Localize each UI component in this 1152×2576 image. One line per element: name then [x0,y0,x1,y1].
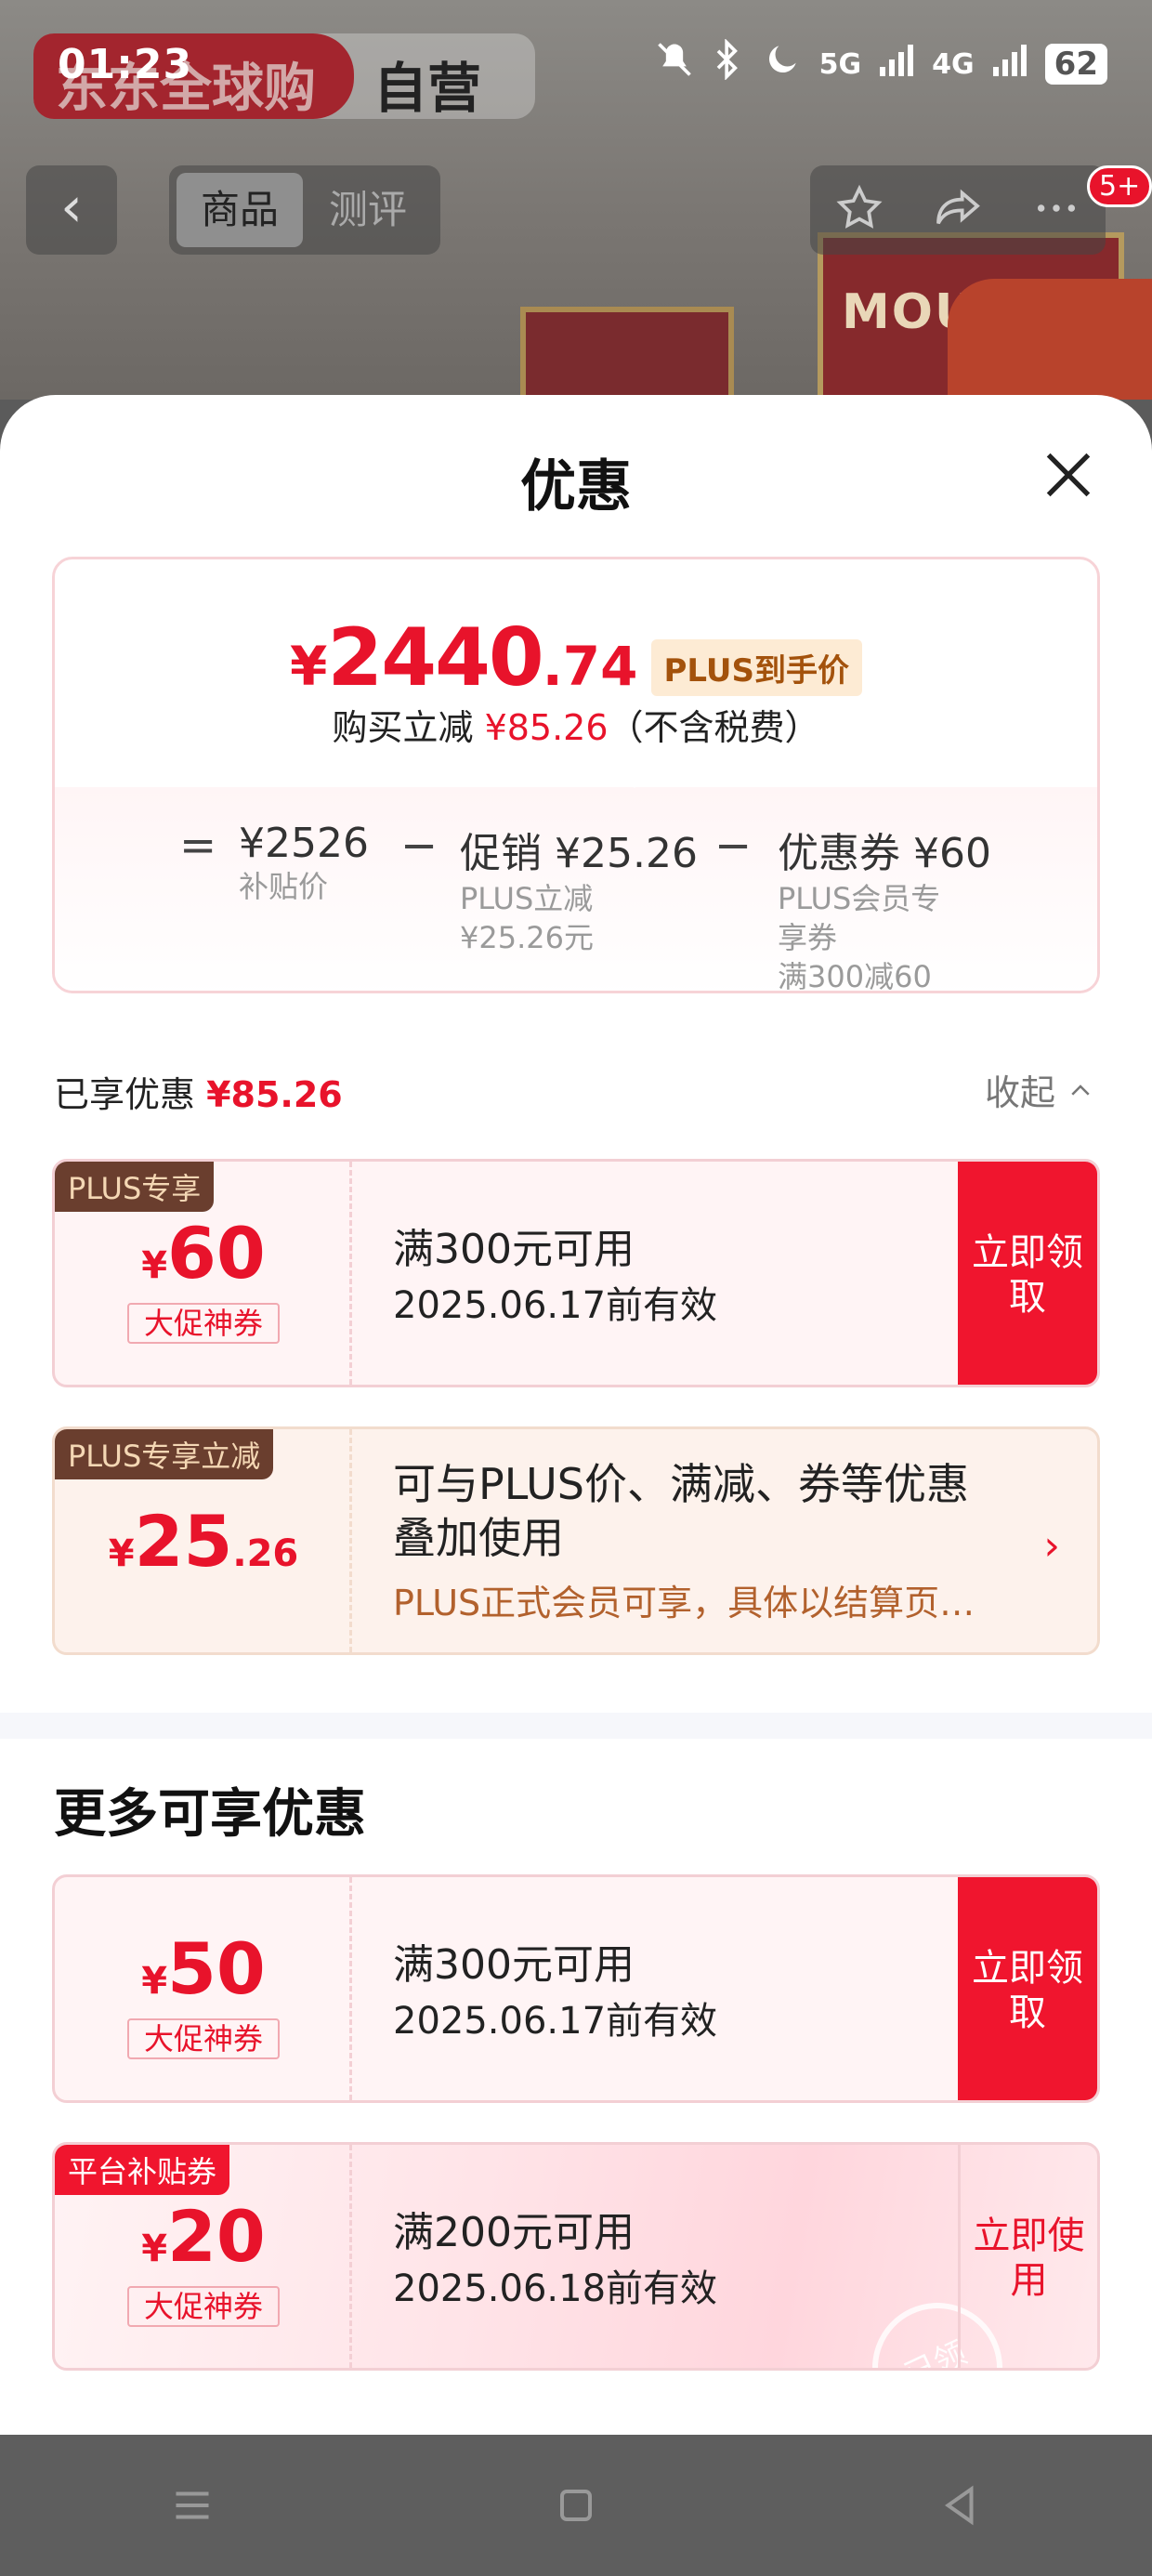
final-price: ¥2440.74 PLUS到手价 [55,611,1097,709]
claim-button[interactable]: 立即领取 [958,1877,1097,2100]
moon-icon [762,39,803,89]
coupon-desc: 满300元可用 [393,1941,635,1989]
product-image-promo [948,279,1152,400]
coupon-amount: ¥60 [141,1212,266,1295]
enjoyed-amount: ¥85.26 [206,1074,343,1115]
reduce-line: 购买立减 ¥85.26（不含税费） [332,707,820,748]
coupon-label: 大促神券 [127,2286,280,2327]
back-button[interactable]: ‹ [26,165,117,255]
minus-sign-2: − [714,820,753,872]
coupon-amount: ¥25.26 [108,1500,299,1583]
section-divider [0,1713,1152,1739]
coupon-plus-60: PLUS专享 ¥60 大促神券 满300元可用 2025.06.17前有效 立即… [52,1159,1100,1387]
more-offers-title: 更多可享优惠 [54,1784,366,1845]
coupon-date: 2025.06.17前有效 [393,1284,718,1327]
home-icon[interactable] [548,2477,604,2533]
chevron-right-icon[interactable]: › [1043,1522,1060,1570]
status-time: 01:23 [58,41,193,88]
self-operated-label: 自营 [373,57,482,120]
price-integer: 2440 [327,611,543,704]
coupon-tag: PLUS专享 [55,1162,215,1212]
signal-4g: 4G [932,47,975,81]
enjoyed-discount: 已享优惠 ¥85.26 [54,1074,343,1115]
formula-coupon: 优惠券 ¥60 PLUS会员专 享券 满300减60 [778,830,991,993]
coupon-label: 大促神券 [127,1303,280,1344]
coupon-date: 2025.06.18前有效 [393,2267,718,2310]
system-nav-bar [0,2435,1152,2576]
battery-indicator: 62 [1044,44,1107,85]
menu-icon[interactable] [164,2477,220,2533]
use-button[interactable]: 立即使用 [958,2145,1097,2368]
coupon-tag: 平台补贴券 [55,2145,230,2195]
formula-subsidy: ¥2526 补贴价 [239,820,369,904]
reduce-amount: ¥85.26 [484,707,609,748]
tab-bar: 商品 测评 [169,165,440,255]
equals-sign: = [179,820,217,872]
coupon-plus-instant[interactable]: PLUS专享立减 ¥25.26 可与PLUS价、满减、券等优惠叠加使用 PLUS… [52,1426,1100,1655]
signal-bars-icon-2 [991,41,1028,87]
star-icon[interactable] [833,182,885,238]
close-icon[interactable] [1039,445,1098,505]
price-decimal: .74 [542,635,638,698]
plus-price-tag: PLUS到手价 [650,639,862,696]
mute-icon [654,39,695,89]
coupon-platform-20: 平台补贴券 ¥20 大促神券 满200元可用 2025.06.18前有效 已领 … [52,2142,1100,2371]
coupon-note: PLUS正式会员可享，具体以结算页为准 [393,1583,988,1623]
minus-sign-1: − [400,820,439,872]
price-summary-card: ¥2440.74 PLUS到手价 购买立减 ¥85.26（不含税费） = ¥252… [52,557,1100,993]
coupon-desc: 可与PLUS价、满减、券等优惠叠加使用 [393,1459,969,1563]
signal-bars-icon [878,41,915,87]
product-image-box-1 [520,307,734,400]
discount-sheet: 优惠 ¥2440.74 PLUS到手价 购买立减 ¥85.26（不含税费） = ¥… [0,395,1152,2435]
coupon-desc: 满300元可用 [393,1226,635,1273]
sheet-title: 优惠 [520,454,632,519]
back-triangle-icon[interactable] [932,2477,988,2533]
message-badge: 5+ [1087,165,1152,207]
chevron-up-icon [1071,1084,1090,1096]
bluetooth-icon [712,38,745,89]
coupon-amount: ¥20 [141,2195,266,2278]
more-icon[interactable] [1030,182,1082,238]
coupon-label: 大促神券 [127,2018,280,2059]
coupon-50: ¥50 大促神券 满300元可用 2025.06.17前有效 立即领取 [52,1874,1100,2103]
signal-5g: 5G [818,47,862,81]
claim-button[interactable]: 立即领取 [958,1162,1097,1385]
coupon-tag: PLUS专享立减 [55,1429,274,1479]
coupon-amount: ¥50 [141,1927,266,2010]
header-actions [810,165,1106,255]
coupon-desc: 满200元可用 [393,2209,635,2256]
tab-product[interactable]: 商品 [177,173,303,247]
formula-promo: 促销 ¥25.26 PLUS立减 ¥25.26元 [460,830,698,955]
share-icon[interactable] [932,182,984,238]
coupon-date: 2025.06.17前有效 [393,2000,718,2043]
collapse-toggle[interactable]: 收起 [985,1064,1094,1115]
status-icons: 5G 4G 62 [654,38,1107,89]
chevron-left-icon: ‹ [60,175,83,240]
notch-decoration [618,771,651,788]
tab-review[interactable]: 测评 [305,173,431,247]
